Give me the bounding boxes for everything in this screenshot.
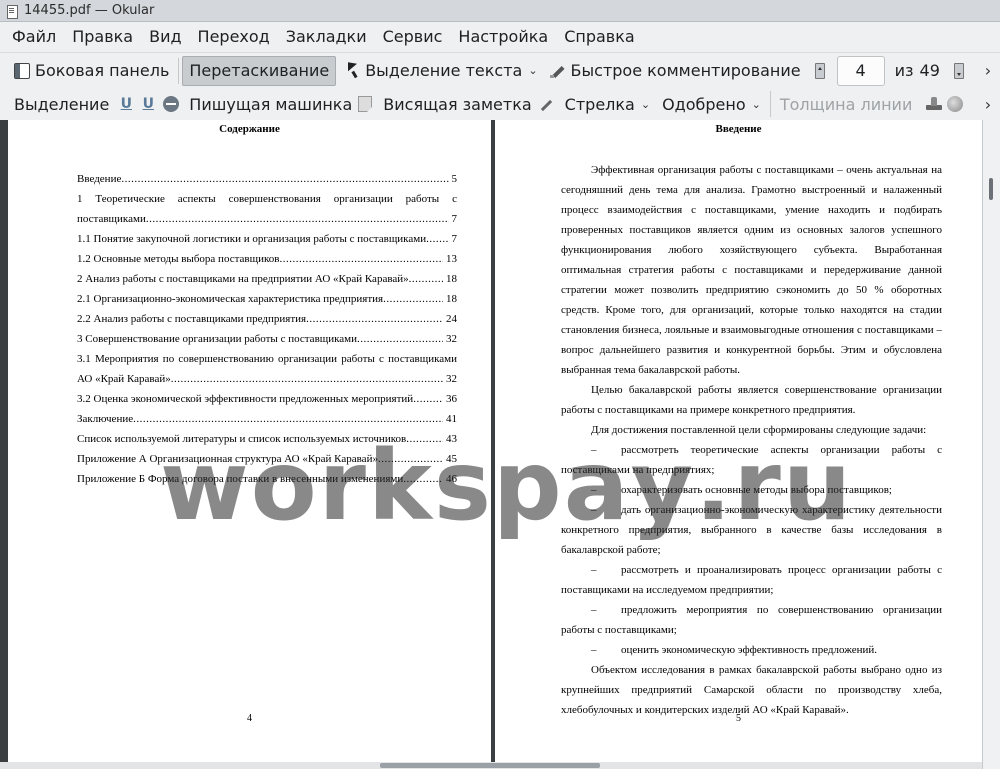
stamp-icon[interactable]: [924, 97, 943, 111]
page-number-input[interactable]: [836, 55, 885, 86]
note-icon: [358, 96, 373, 112]
paragraph: Целью бакалаврской работы является совер…: [561, 384, 942, 416]
page-down-icon[interactable]: [953, 62, 964, 79]
stamp-tool[interactable]: Одобрено ⌄: [656, 89, 767, 119]
sticky-note-label: Висящая заметка: [383, 94, 532, 114]
list-item: – предложить мероприятия по совершенствов…: [561, 604, 942, 636]
document-icon: [6, 4, 18, 19]
main-toolbar: Боковая панель Перетаскивание Выделение …: [0, 52, 1000, 88]
toc-entry: 3.2 Оценка экономической эффективности п…: [77, 389, 457, 409]
toc-entry: Приложение А Организационная структура А…: [77, 449, 457, 469]
sidebar-button-label: Боковая панель: [35, 61, 170, 80]
typewriter-tool[interactable]: Пишущая машинка: [183, 89, 358, 119]
sticky-note-tool[interactable]: Висящая заметка: [377, 89, 537, 119]
window-title: 14455.pdf — Okular: [24, 3, 155, 18]
menu-file[interactable]: Файл: [4, 23, 64, 51]
line-width-label: Толщина линии: [779, 94, 913, 114]
toc-entry: 1.2 Основные методы выбора поставщиков13: [77, 249, 457, 269]
menu-edit[interactable]: Правка: [64, 23, 141, 51]
quick-comment-label: Быстрое комментирование: [570, 61, 801, 80]
squiggle-icon[interactable]: U: [141, 96, 155, 112]
chevron-right-icon[interactable]: ›: [976, 95, 1000, 114]
toc-entry: Введение5: [77, 169, 457, 189]
underline-icon[interactable]: U: [119, 96, 133, 112]
drag-mode-button[interactable]: Перетаскивание: [182, 55, 337, 86]
quick-comment-button[interactable]: Быстрое комментирование: [544, 56, 807, 86]
cursor-icon: [346, 63, 360, 79]
horizontal-scrollbar[interactable]: [0, 762, 982, 769]
document-page-5: Введение Эффективная организация работы …: [495, 120, 982, 762]
page-heading: Содержание: [219, 123, 280, 135]
toc-entry: 2 Анализ работы с поставщиками на предпр…: [77, 269, 457, 289]
toolbar-separator: [178, 57, 180, 84]
toc-entry: Приложение Б Форма договора поставки в в…: [77, 469, 457, 489]
paragraph: Объектом исследования в рамках бакалаврс…: [561, 664, 942, 716]
menu-go[interactable]: Переход: [190, 23, 278, 51]
vertical-scrollbar[interactable]: [982, 120, 1000, 769]
toc-entry: 1.1 Понятие закупочной логистики и орган…: [77, 229, 457, 249]
list-item: – оценить экономическую эффективность пре…: [591, 644, 877, 656]
color-icon[interactable]: [947, 96, 964, 112]
scrollbar-thumb[interactable]: [380, 763, 600, 768]
sidebar-button[interactable]: Боковая панель: [8, 56, 175, 86]
highlight-tool[interactable]: Выделение: [8, 89, 115, 119]
drag-mode-label: Перетаскивание: [189, 61, 330, 80]
arrow-tool[interactable]: Стрелка ⌄: [559, 89, 656, 119]
toc-entry-continuation: поставщиками7: [77, 209, 457, 229]
menu-settings[interactable]: Настройка: [450, 23, 556, 51]
toc-entry: Список используемой литературы и список …: [77, 429, 457, 449]
paragraph: Эффективная организация работы с поставщ…: [561, 164, 942, 376]
document-viewport[interactable]: Содержание Введение5 1 Теоретические асп…: [0, 120, 1000, 769]
page-number: 5: [736, 713, 741, 724]
list-item: – рассмотреть и проанализировать процесс …: [561, 564, 942, 596]
toc-entry: 1 Теоретические аспекты совершенствовани…: [77, 193, 457, 205]
highlight-label: Выделение: [14, 94, 110, 114]
toolbar-separator: [769, 91, 771, 117]
arrow-tool-icon: [538, 96, 554, 112]
page-heading: Введение: [715, 123, 762, 135]
menu-view[interactable]: Вид: [141, 23, 189, 51]
toc-entry: 2.1 Организационно-экономическая характе…: [77, 289, 457, 309]
paragraph: Для достижения поставленной цели сформир…: [591, 424, 927, 436]
annotation-toolbar: Выделение U U Пишущая машинка Висящая за…: [0, 88, 1000, 120]
typewriter-label: Пишущая машинка: [189, 94, 353, 114]
line-width-control[interactable]: Толщина линии: [774, 89, 919, 119]
toc-entry: Заключение41: [77, 409, 457, 429]
pen-icon: [549, 63, 566, 79]
chevron-right-icon[interactable]: ›: [976, 61, 1000, 80]
menu-help[interactable]: Справка: [556, 23, 643, 51]
menu-bookmarks[interactable]: Закладки: [278, 23, 375, 51]
arrow-label: Стрелка: [564, 94, 635, 114]
stamp-label: Одобрено: [662, 94, 746, 114]
toc-entry: 3 Совершенствование организации работы с…: [77, 329, 457, 349]
text-select-button[interactable]: Выделение текста ⌄: [340, 56, 543, 86]
list-item: – дать организационно-экономическую харак…: [561, 504, 942, 556]
scrollbar-thumb[interactable]: [989, 178, 993, 200]
table-of-contents: Введение5 1 Теоретические аспекты соверш…: [77, 169, 457, 489]
toc-entry: 2.2 Анализ работы с поставщиками предпри…: [77, 309, 457, 329]
page-total: 49: [919, 61, 940, 80]
page-number: 4: [247, 713, 252, 724]
list-item: – охарактеризовать основные методы выбора…: [591, 484, 892, 496]
chevron-down-icon[interactable]: ⌄: [528, 64, 537, 77]
page-of-label: из: [894, 61, 914, 80]
list-item: – рассмотреть теоретические аспекты орган…: [561, 444, 942, 476]
title-bar: 14455.pdf — Okular: [0, 0, 1000, 22]
menu-tools[interactable]: Сервис: [375, 23, 451, 51]
text-select-label: Выделение текста: [365, 61, 523, 80]
menu-bar: Файл Правка Вид Переход Закладки Сервис …: [0, 22, 1000, 52]
sidebar-icon: [14, 62, 30, 79]
page-up-icon[interactable]: [814, 62, 825, 79]
strikeout-icon[interactable]: [163, 96, 180, 112]
chevron-down-icon[interactable]: ⌄: [641, 98, 650, 111]
page-body: Эффективная организация работы с поставщ…: [561, 160, 942, 720]
chevron-down-icon[interactable]: ⌄: [752, 98, 761, 111]
toc-entry: 3.1 Мероприятия по совершенствованию орг…: [77, 353, 457, 365]
document-page-4: Содержание Введение5 1 Теоретические асп…: [8, 120, 491, 762]
toc-entry-continuation: АО «Край Каравай»32: [77, 369, 457, 389]
